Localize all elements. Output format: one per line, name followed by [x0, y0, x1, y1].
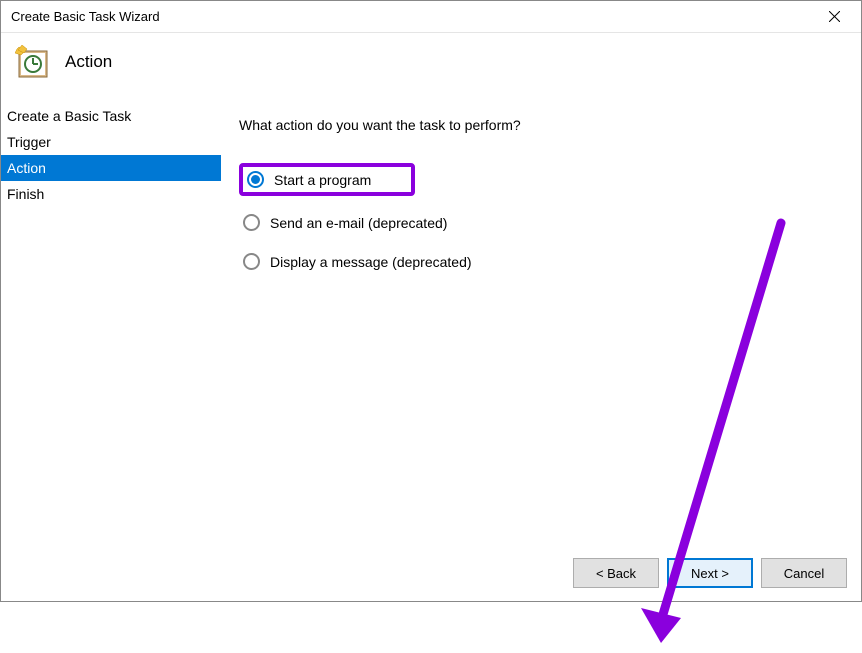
radio-label: Display a message (deprecated) — [270, 254, 472, 270]
radio-start-program[interactable]: Start a program — [239, 163, 415, 196]
sidebar-item-action[interactable]: Action — [1, 155, 221, 181]
cancel-button[interactable]: Cancel — [761, 558, 847, 588]
titlebar: Create Basic Task Wizard — [1, 1, 861, 33]
close-icon — [829, 11, 840, 22]
next-button[interactable]: Next > — [667, 558, 753, 588]
sidebar-item-finish[interactable]: Finish — [1, 181, 221, 207]
button-label: < Back — [596, 566, 636, 581]
radio-label: Start a program — [274, 172, 371, 188]
header-label: Action — [65, 52, 112, 72]
header-icon — [15, 45, 49, 79]
prompt-text: What action do you want the task to perf… — [239, 117, 841, 133]
sidebar-item-label: Create a Basic Task — [7, 108, 131, 124]
action-radio-group: Start a program Send an e-mail (deprecat… — [239, 163, 841, 274]
radio-icon — [247, 171, 264, 188]
radio-label: Send an e-mail (deprecated) — [270, 215, 447, 231]
sidebar-item-label: Finish — [7, 186, 44, 202]
footer: < Back Next > Cancel — [1, 545, 861, 601]
radio-display-message[interactable]: Display a message (deprecated) — [239, 249, 841, 274]
wizard-header: Action — [1, 33, 861, 103]
radio-icon — [243, 214, 260, 231]
back-button[interactable]: < Back — [573, 558, 659, 588]
close-button[interactable] — [811, 2, 857, 32]
radio-icon — [243, 253, 260, 270]
radio-send-email[interactable]: Send an e-mail (deprecated) — [239, 210, 841, 235]
sidebar-item-trigger[interactable]: Trigger — [1, 129, 221, 155]
content-panel: What action do you want the task to perf… — [221, 103, 861, 545]
sidebar-item-label: Action — [7, 160, 46, 176]
sidebar-item-label: Trigger — [7, 134, 51, 150]
sidebar: Create a Basic Task Trigger Action Finis… — [1, 103, 221, 545]
window-title: Create Basic Task Wizard — [11, 9, 160, 24]
sidebar-item-create-task[interactable]: Create a Basic Task — [1, 103, 221, 129]
button-label: Cancel — [784, 566, 824, 581]
wizard-window: Create Basic Task Wizard Action C — [0, 0, 862, 602]
button-label: Next > — [691, 566, 729, 581]
wizard-body: Create a Basic Task Trigger Action Finis… — [1, 103, 861, 545]
